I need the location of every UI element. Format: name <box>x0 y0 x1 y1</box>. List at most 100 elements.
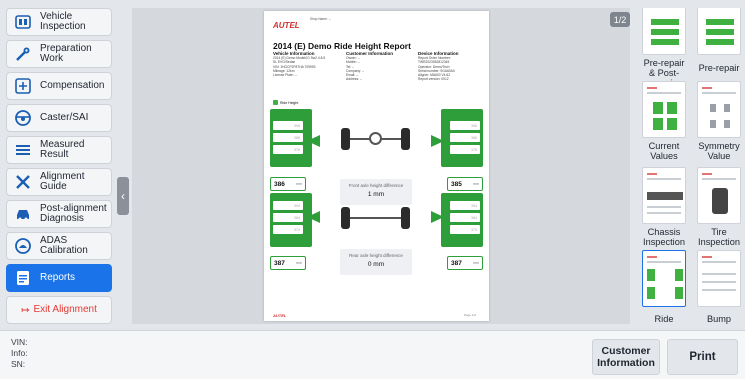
front-right-tire-icon <box>401 128 410 150</box>
rear-right-gauge: 394 384 374 <box>441 193 483 247</box>
thumbnail-caption: Bump Steer <box>706 314 731 324</box>
print-button[interactable]: Print <box>667 339 738 375</box>
sidebar-item-label: Alignment Guide <box>40 170 85 192</box>
sidebar-item-label: Vehicle Inspection <box>40 10 86 32</box>
thumbnail-image <box>642 250 686 307</box>
sn-label: SN: <box>11 359 26 369</box>
ride-height-section-label: Ride Height <box>273 100 298 105</box>
front-right-pointer-icon <box>431 135 444 147</box>
sidebar-item-preparation-work[interactable]: Preparation Work <box>6 40 112 68</box>
value-text: 386 <box>274 180 285 188</box>
report-title: 2014 (E) Demo Ride Height Report <box>273 41 411 51</box>
wrench-icon <box>12 43 34 65</box>
sidebar-item-vehicle-inspection[interactable]: Vehicle Inspection <box>6 8 112 36</box>
thumbnail-symmetry-value[interactable]: Symmetry Value <box>697 81 741 161</box>
thumbnail-image <box>697 167 741 224</box>
rear-right-pointer-icon <box>431 211 444 223</box>
device-info-block: Device Information Report Order Number: … <box>418 51 459 82</box>
front-left-value: 386 mm <box>270 177 306 191</box>
sidebar-item-alignment-guide[interactable]: Alignment Guide <box>6 168 112 196</box>
thumbnail-image <box>642 81 686 138</box>
gauge-slot: 374 <box>273 225 303 234</box>
footer-logo: AUTEL <box>273 313 287 318</box>
sidebar-item-reports[interactable]: Reports <box>6 264 112 292</box>
sidebar-item-caster-sai[interactable]: Caster/SAI <box>6 104 112 132</box>
thumbnail-caption: Current Values <box>648 141 680 161</box>
thumbnail-pre-post-repair[interactable]: Pre-repair & Post-repair <box>642 8 686 88</box>
rear-axle <box>350 217 401 219</box>
vehicle-info-block: Vehicle Information 2014 (E) Demo Model/… <box>273 51 325 77</box>
chevron-left-icon: ‹ <box>121 189 125 203</box>
gauge-slot: 394 <box>273 201 303 210</box>
section-marker-icon <box>273 100 278 105</box>
thumbnail-ride-height[interactable]: Ride Height <box>642 250 686 324</box>
report-icon <box>12 267 34 289</box>
front-right-value: 385 mm <box>447 177 483 191</box>
info-line: Report version: 0012 <box>418 77 449 82</box>
car-icon <box>12 203 34 225</box>
front-left-tire-icon <box>341 128 350 150</box>
sidebar-item-measured-result[interactable]: Measured Result <box>6 136 112 164</box>
list-icon <box>12 139 34 161</box>
exit-alignment-button[interactable]: ↦ Exit Alignment <box>6 296 112 324</box>
thumbnail-bump-steer[interactable]: Bump Steer <box>697 250 741 324</box>
sidebar-item-compensation[interactable]: Compensation <box>6 72 112 100</box>
page-indicator: 1/2 <box>610 12 630 27</box>
info-label: Info: <box>11 348 28 358</box>
section-label-text: Ride Height <box>280 100 299 105</box>
vehicle-inspection-icon <box>12 11 34 33</box>
thumbnail-image <box>642 167 686 224</box>
sidebar-item-label: ADAS Calibration <box>40 234 88 256</box>
sidebar: Vehicle Inspection Preparation Work Comp… <box>6 8 112 324</box>
front-left-pointer-icon <box>307 135 320 147</box>
rear-left-tire-icon <box>341 207 350 229</box>
thumbnail-caption: Chassis Inspection <box>643 227 685 247</box>
value-text: 387 <box>451 259 462 267</box>
front-right-gauge: 396 386 376 <box>441 109 483 167</box>
report-thumbnail-list[interactable]: Pre-repair & Post-repair Pre-repair Curr… <box>638 8 745 324</box>
vehicle-info-summary: VIN: Info: SN: <box>11 337 28 370</box>
sidebar-item-label: Caster/SAI <box>40 111 89 123</box>
gauge-slot: 384 <box>273 213 303 222</box>
customer-info-block: Customer Information Owner: -- Mobile: -… <box>346 51 393 82</box>
sidebar-item-adas-calibration[interactable]: ADAS Calibration <box>6 232 112 260</box>
diff-value: 0 mm <box>367 261 385 268</box>
thumbnail-image <box>642 8 686 55</box>
bottom-bar: VIN: Info: SN: Customer Information Prin… <box>0 330 745 379</box>
autel-logo: AUTEL <box>273 21 300 30</box>
thumbnail-caption: Ride Height <box>654 314 674 324</box>
info-line: Address: -- <box>346 77 363 82</box>
report-page: AUTEL Shop Name: -- 2014 (E) Demo Ride H… <box>264 11 489 321</box>
unit-text: mm <box>473 261 479 265</box>
thumbnail-image <box>697 81 741 138</box>
rear-left-pointer-icon <box>307 211 320 223</box>
thumbnail-chassis-inspection[interactable]: Chassis Inspection <box>642 167 686 247</box>
rear-axle-difference: Rear axle height difference 0 mm <box>340 249 412 275</box>
sidebar-item-label: Preparation Work <box>40 42 92 64</box>
app-window: Vehicle Inspection Preparation Work Comp… <box>0 0 745 379</box>
footer-page-number: Page 1/2 <box>464 313 477 317</box>
gauge-slot: 386 <box>273 133 303 142</box>
adas-icon <box>12 235 34 257</box>
gauge-slot: 384 <box>450 213 480 222</box>
gauge-slot: 396 <box>273 121 303 130</box>
report-viewer[interactable]: AUTEL Shop Name: -- 2014 (E) Demo Ride H… <box>132 8 630 324</box>
rear-right-tire-icon <box>401 207 410 229</box>
unit-text: mm <box>296 261 302 265</box>
sidebar-item-post-alignment-diagnosis[interactable]: Post-alignment Diagnosis <box>6 200 112 228</box>
gauge-slot: 374 <box>450 225 480 234</box>
thumbnail-tire-inspection[interactable]: Tire Inspection <box>697 167 741 247</box>
thumbnail-image <box>697 250 741 307</box>
rear-left-gauge: 394 384 374 <box>270 193 312 247</box>
shop-name: Shop Name: -- <box>310 17 331 21</box>
value-text: 385 <box>451 180 462 188</box>
thumbnail-pre-repair[interactable]: Pre-repair <box>697 8 741 73</box>
compensation-icon <box>12 75 34 97</box>
thumbnail-current-values[interactable]: Current Values <box>642 81 686 161</box>
front-left-gauge: 396 386 376 <box>270 109 312 167</box>
collapse-thumbnails-button[interactable]: ‹ <box>117 177 129 215</box>
customer-information-button[interactable]: Customer Information <box>592 339 660 375</box>
gauge-slot: 386 <box>450 133 480 142</box>
sidebar-item-label: Compensation <box>40 79 105 91</box>
diff-label: Rear axle height difference <box>349 253 403 258</box>
